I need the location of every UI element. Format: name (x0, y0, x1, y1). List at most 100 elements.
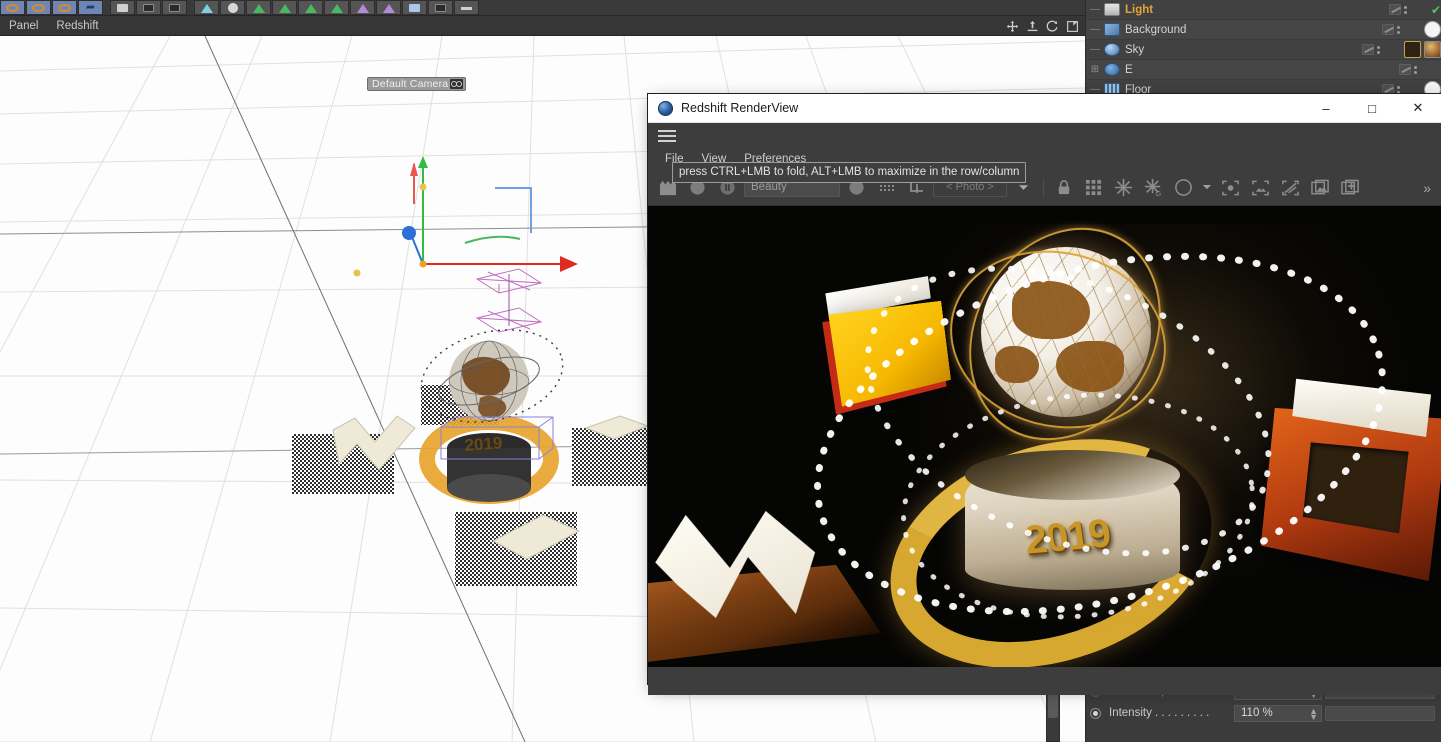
move-arrow-icon[interactable]: ➦ (78, 0, 103, 15)
window-title-bar[interactable]: Redshift RenderView – □ ✕ (648, 94, 1441, 123)
object-row-e[interactable]: ⊞ E (1086, 60, 1441, 80)
render-canvas[interactable]: 2019 (648, 206, 1441, 667)
cube-icon[interactable] (110, 0, 135, 15)
rendered-image: 2019 (648, 206, 1441, 667)
visibility-dots-icon[interactable] (1414, 65, 1417, 74)
edit-pencil-icon[interactable] (1399, 64, 1411, 75)
svg-text:2019: 2019 (464, 433, 503, 455)
mograph-icon[interactable] (324, 0, 349, 15)
focus-region-icon[interactable] (1217, 174, 1244, 201)
move-view-icon[interactable] (1006, 20, 1019, 33)
object-row-sky[interactable]: — Sky (1086, 40, 1441, 60)
circle-select-icon[interactable] (52, 0, 77, 15)
snow-denoise-icon[interactable] (1110, 174, 1137, 201)
rectangle-select-icon[interactable] (26, 0, 51, 15)
hdri-material-tag[interactable] (1424, 41, 1441, 58)
hamburger-menu-icon[interactable] (658, 127, 676, 145)
field-icon[interactable] (376, 0, 401, 15)
camera-label-text: Default Camera (372, 78, 449, 90)
icon-group-primitives (110, 0, 188, 15)
object-tags[interactable]: ✔ (1431, 3, 1441, 17)
tree-connector: — (1090, 44, 1100, 55)
layout-view-icon[interactable] (1066, 20, 1079, 33)
live-selection-icon[interactable] (0, 0, 25, 15)
split-view-icon[interactable] (402, 0, 427, 15)
diagonal-compare-icon[interactable] (1277, 174, 1304, 201)
object-tags[interactable] (1424, 21, 1441, 38)
toolbar-separator (1043, 177, 1044, 198)
rotate-view-icon[interactable] (1046, 20, 1059, 33)
dolly-view-icon[interactable] (1026, 20, 1039, 33)
edit-pencil-icon[interactable] (1388, 4, 1401, 15)
viewport-camera-label[interactable]: Default Camera (367, 77, 467, 91)
sphere-icon[interactable] (220, 0, 245, 15)
menu-item-redshift[interactable]: Redshift (47, 16, 107, 36)
check-tag-icon[interactable]: ✔ (1431, 3, 1441, 17)
camera-icon[interactable] (428, 0, 453, 15)
object-name: Background (1125, 23, 1187, 36)
attribute-row-intensity[interactable]: Intensity . . . . . . . . . 110 % ▲ ▼ (1086, 702, 1441, 724)
image-stack-icon[interactable] (1307, 174, 1334, 201)
object-name: Sky (1125, 43, 1145, 56)
tree-expand-toggle[interactable]: ⊞ (1086, 64, 1104, 75)
icon-group-generators (194, 0, 480, 15)
redshift-renderview-window[interactable]: Redshift RenderView – □ ✕ File View Pref… (648, 94, 1441, 695)
attribute-label: Intensity . . . . . . . . . (1109, 707, 1210, 719)
list-icon[interactable] (454, 0, 479, 15)
edit-pencil-icon[interactable] (1382, 24, 1394, 35)
cloth-icon[interactable] (272, 0, 297, 15)
sky-object-icon (1104, 43, 1120, 56)
camera-icon (450, 79, 464, 89)
window-close-button[interactable]: ✕ (1395, 94, 1441, 123)
object-row-controls[interactable] (1399, 64, 1433, 75)
effector-icon[interactable] (350, 0, 375, 15)
intensity-input[interactable]: 110 % ▲ ▼ (1234, 704, 1322, 722)
menu-item-panel[interactable]: Panel (0, 16, 47, 36)
add-image-icon[interactable] (1337, 174, 1364, 201)
snow-g-denoise-icon[interactable]: G (1140, 174, 1167, 201)
lock-icon[interactable] (1050, 174, 1077, 201)
edit-pencil-icon[interactable] (1362, 44, 1374, 55)
app-root: ➦ Panel Redshift 2019 Default Camera — L… (0, 0, 1441, 742)
render-dot-orbits (814, 252, 1386, 620)
visibility-dots-icon[interactable] (1397, 85, 1400, 94)
object-manager[interactable]: — Light ✔ — Background — Sky ⊞ E — Floor (1085, 0, 1441, 96)
intensity-slider[interactable] (1325, 705, 1435, 721)
window-title: Redshift RenderView (681, 101, 799, 115)
visibility-dots-icon[interactable] (1377, 45, 1380, 54)
window-minimize-button[interactable]: – (1303, 94, 1349, 123)
white-material-tag[interactable] (1424, 21, 1441, 38)
object-name: E (1125, 63, 1133, 76)
visibility-dots-icon[interactable] (1403, 5, 1407, 14)
compositing-tag[interactable] (1404, 41, 1421, 58)
svg-text:G: G (1155, 189, 1161, 197)
sphere-point-icon[interactable] (162, 0, 187, 15)
null-object-icon (1104, 63, 1120, 76)
tree-connector: — (1090, 4, 1100, 15)
clone-icon[interactable] (298, 0, 323, 15)
object-row-controls[interactable] (1362, 44, 1396, 55)
circle-icon[interactable] (1170, 174, 1197, 201)
tree-connector: — (1090, 24, 1100, 35)
toolbar-tooltip: press CTRL+LMB to fold, ALT+LMB to maxim… (672, 162, 1027, 183)
subdivision-icon[interactable] (194, 0, 219, 15)
icon-group-selection: ➦ (0, 0, 104, 15)
object-row-controls[interactable] (1382, 24, 1416, 35)
object-row-light[interactable]: — Light ✔ (1086, 0, 1441, 20)
redshift-logo-icon (658, 100, 673, 116)
visibility-dots-icon[interactable] (1397, 25, 1400, 34)
stepper-icon[interactable]: ▲▼ (1309, 706, 1318, 721)
chevron-down-icon[interactable] (1200, 174, 1214, 201)
fit-image-icon[interactable] (1247, 174, 1274, 201)
deform-icon[interactable] (246, 0, 271, 15)
renderview-footer (648, 667, 1441, 695)
toolbar-overflow-button[interactable]: » (1419, 180, 1435, 196)
window-maximize-button[interactable]: □ (1349, 94, 1395, 123)
grid-icon[interactable] (1080, 174, 1107, 201)
attribute-radio[interactable] (1090, 707, 1101, 719)
object-row-controls[interactable] (1388, 4, 1423, 15)
intensity-value: 110 % (1241, 706, 1273, 719)
object-tags[interactable] (1404, 41, 1441, 58)
object-row-background[interactable]: — Background (1086, 20, 1441, 40)
plane-icon[interactable] (136, 0, 161, 15)
